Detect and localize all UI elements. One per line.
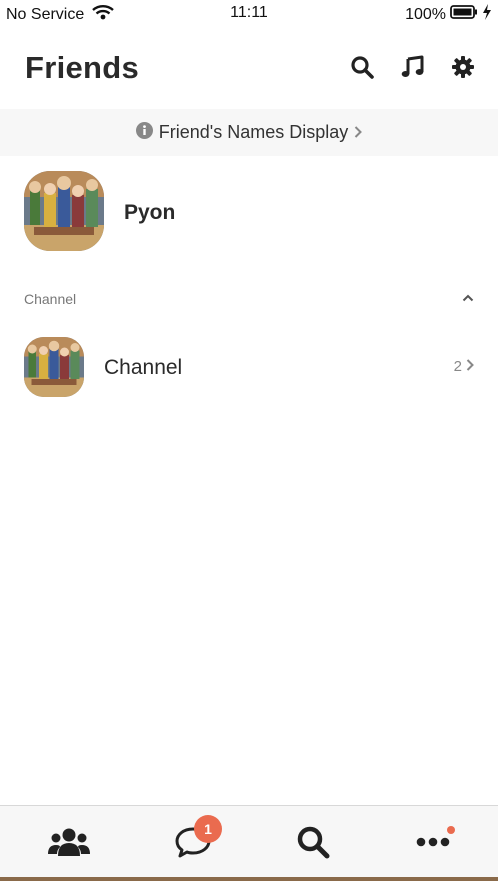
chevron-right-icon (354, 122, 363, 143)
status-bar: No Service 11:11 100% (0, 0, 498, 28)
info-icon (135, 121, 153, 144)
channel-row[interactable]: Channel 2 (0, 334, 498, 400)
names-display-banner[interactable]: Friend's Names Display (0, 109, 498, 156)
chevron-right-icon (466, 358, 474, 375)
channel-count: 2 (454, 358, 474, 375)
tab-bar: 1 (0, 805, 498, 881)
names-display-label: Friend's Names Display (158, 122, 349, 142)
battery-percent: 100% (405, 5, 446, 23)
profile-name: Pyon (124, 201, 176, 224)
notification-dot (447, 826, 455, 834)
channel-section-header[interactable]: Channel (0, 286, 498, 314)
tab-search[interactable] (288, 824, 338, 864)
channel-avatar (24, 337, 84, 397)
section-label: Channel (24, 291, 77, 307)
more-icon (416, 835, 450, 853)
status-right: 100% (405, 4, 492, 25)
tab-friends[interactable] (44, 824, 94, 864)
header: Friends (0, 40, 498, 102)
bottom-edge (0, 877, 498, 881)
page-title: Friends (25, 50, 140, 85)
my-profile-row[interactable]: Pyon (0, 168, 498, 254)
channel-name: Channel (104, 356, 183, 379)
battery-icon (450, 5, 478, 24)
charging-icon (482, 4, 492, 25)
chat-badge: 1 (194, 815, 222, 843)
music-note-icon[interactable] (400, 54, 426, 80)
channel-count-value: 2 (453, 358, 462, 375)
friends-icon (48, 826, 90, 863)
avatar (24, 171, 104, 251)
gear-icon[interactable] (450, 54, 476, 80)
chevron-up-icon[interactable] (462, 290, 474, 308)
search-icon[interactable] (349, 54, 375, 80)
search-icon (296, 825, 330, 864)
